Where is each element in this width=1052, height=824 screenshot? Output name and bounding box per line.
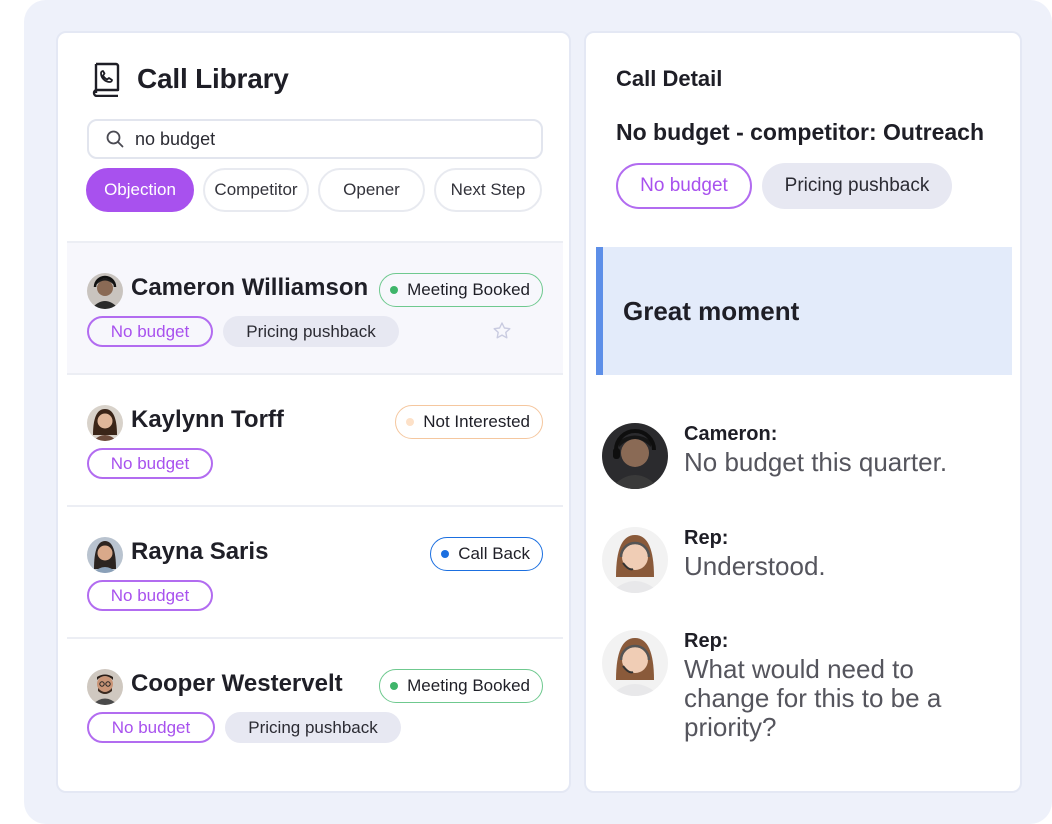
call-row[interactable]: Cooper Westervelt Meeting Booked No budg… (67, 637, 563, 769)
caller-name: Rayna Saris (131, 538, 269, 565)
great-moment-banner: Great moment (596, 247, 1012, 375)
status-label: Meeting Booked (407, 676, 530, 695)
filter-chip-objection[interactable]: Objection (86, 168, 194, 212)
filter-chip-opener[interactable]: Opener (318, 168, 425, 212)
status-badge: Not Interested (395, 405, 543, 439)
status-label: Meeting Booked (407, 280, 530, 299)
status-dot (406, 418, 415, 426)
tag-pricing-pushback: Pricing pushback (223, 316, 399, 347)
search-input[interactable]: no budget (87, 119, 543, 159)
status-label: Call Back (458, 544, 530, 563)
star-icon[interactable] (492, 321, 512, 341)
call-detail-panel: Call Detail No budget - competitor: Outr… (584, 31, 1022, 793)
tag-no-budget: No budget (87, 712, 215, 743)
phone-book-icon (92, 62, 120, 97)
avatar (87, 405, 123, 441)
call-title: No budget - competitor: Outreach (616, 119, 984, 145)
avatar (87, 273, 123, 309)
call-tags: No budget (87, 580, 213, 611)
call-row[interactable]: Cameron Williamson Meeting Booked No bud… (67, 241, 563, 373)
avatar (602, 527, 668, 593)
call-row[interactable]: Kaylynn Torff Not Interested No budget (67, 373, 563, 505)
caller-name: Cameron Williamson (131, 274, 369, 301)
call-row[interactable]: Rayna Saris Call Back No budget (67, 505, 563, 637)
tag-no-budget: No budget (616, 163, 752, 209)
message-text: No budget this quarter. (684, 447, 948, 477)
call-list: Cameron Williamson Meeting Booked No bud… (67, 241, 563, 769)
status-label: Not Interested (423, 412, 530, 431)
filter-chips: Objection Competitor Opener Next Step (86, 168, 542, 212)
status-badge: Call Back (430, 537, 543, 571)
avatar (602, 630, 668, 696)
tag-no-budget: No budget (87, 448, 213, 479)
message-text: What would need to change for this to be… (684, 654, 942, 742)
detail-label: Call Detail (616, 66, 723, 91)
status-badge: Meeting Booked (379, 669, 543, 703)
call-library-panel: Call Library no budget Objection Competi… (56, 31, 571, 793)
tag-pricing-pushback: Pricing pushback (762, 163, 952, 209)
call-tags: No budget Pricing pushback (87, 712, 401, 743)
tag-no-budget: No budget (87, 316, 213, 347)
caller-name: Cooper Westervelt (131, 670, 343, 697)
filter-chip-competitor[interactable]: Competitor (203, 168, 309, 212)
status-dot (441, 550, 450, 558)
status-badge: Meeting Booked (379, 273, 543, 307)
avatar (602, 423, 668, 489)
avatar (87, 669, 123, 705)
search-icon (106, 130, 124, 148)
library-title: Call Library (137, 63, 289, 94)
speaker-name: Rep: (684, 527, 729, 549)
speaker-name: Cameron: (684, 423, 778, 445)
moment-label: Great moment (623, 295, 800, 326)
status-dot (390, 682, 399, 690)
filter-chip-next-step[interactable]: Next Step (434, 168, 542, 212)
detail-tags: No budget Pricing pushback (616, 163, 952, 209)
search-value: no budget (135, 128, 216, 149)
tag-no-budget: No budget (87, 580, 213, 611)
library-header: Call Library (91, 61, 289, 97)
message-text: Understood. (684, 551, 826, 581)
caller-name: Kaylynn Torff (131, 406, 284, 433)
status-dot (390, 286, 399, 294)
call-tags: No budget Pricing pushback (87, 316, 399, 347)
speaker-name: Rep: (684, 630, 729, 652)
call-tags: No budget (87, 448, 213, 479)
tag-pricing-pushback: Pricing pushback (225, 712, 401, 743)
avatar (87, 537, 123, 573)
